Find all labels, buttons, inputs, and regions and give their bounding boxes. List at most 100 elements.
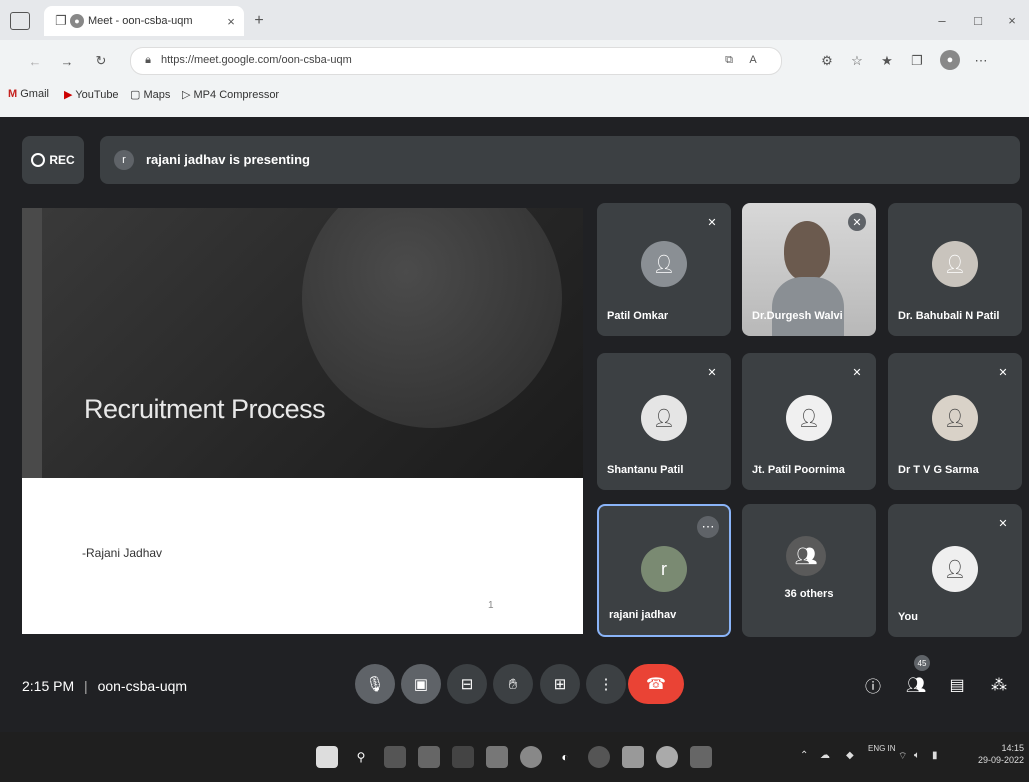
camera-off-icon: ▣ [413,676,429,693]
close-tab-icon[interactable]: × [224,14,238,29]
chat-button[interactable]: ▤ [944,672,970,698]
participant-tile-presenter[interactable]: r ⋯ rajani jadhav [597,504,731,637]
meeting-details-button[interactable]: ⓘ [860,672,886,698]
task-view-icon[interactable] [384,746,406,768]
more-options-button[interactable]: ⋮ [586,664,626,704]
windows-taskbar [0,732,1029,782]
extensions-icon[interactable]: ⚙ [818,52,836,70]
file-explorer-icon[interactable] [486,746,508,768]
hangup-icon: ☎︎ [646,676,666,693]
more-options-icon[interactable]: ⋯ [697,516,719,538]
participant-tile[interactable]: 👤︎ Dr. Bahubali N Patil [888,203,1022,336]
mic-off-icon: 🎙︎ [365,676,385,693]
reader-icon[interactable]: ⧉ [721,52,737,68]
participant-tile[interactable]: 👤︎ ✕ Shantanu Patil [597,353,731,490]
language-indicator[interactable]: ENG IN [868,744,896,754]
participant-avatar: 👤︎ [641,241,687,287]
volume-icon[interactable]: 🔈︎ [914,750,920,761]
tab-meet[interactable]: ❐ ● Meet - oon-csba-uqm × [44,6,244,36]
participant-tile-self[interactable]: 👤︎ ✕ You [888,504,1022,637]
start-icon[interactable] [316,746,338,768]
collections-toolbar-icon[interactable]: ❐ [908,52,926,70]
system-clock[interactable]: 14:15 29-09-2022 [966,742,1024,766]
compressor-icon: ▷ [182,89,194,101]
bookmark-mp4-compressor[interactable]: ▷ MP4 Compressor [182,88,279,101]
new-tab-button[interactable]: + [250,12,268,30]
edge-icon[interactable] [656,746,678,768]
participant-tile[interactable]: 👤︎ ✕ Jt. Patil Poornima [742,353,876,490]
more-menu-icon[interactable]: ⋯ [972,52,990,70]
profile-avatar[interactable]: ● [940,50,960,70]
tab-title: Meet - oon-csba-uqm [88,15,193,27]
camera-toggle-button[interactable]: ▣ [401,664,441,704]
tray-expand-icon[interactable]: ⌃ [800,750,808,761]
recording-indicator[interactable]: REC [22,136,84,184]
store-icon[interactable] [622,746,644,768]
chrome-icon[interactable] [520,746,542,768]
search-icon[interactable]: ⚲ [350,746,372,768]
clock-time: 14:15 [1001,743,1024,753]
meet-favicon-icon: ● [70,14,84,28]
people-icon: 👥︎ [905,677,927,694]
activities-button[interactable]: ⁂ [986,672,1012,698]
meeting-code: oon-csba-uqm [97,678,188,694]
participant-name: rajani jadhav [609,609,677,621]
onedrive-icon[interactable]: ☁ [820,750,830,761]
read-aloud-icon[interactable]: A [745,52,761,68]
chat-icon: ▤ [949,677,965,694]
presenter-avatar: r [114,150,134,170]
refresh-icon[interactable]: ↻ [92,52,110,70]
back-icon[interactable]: ← [26,52,44,70]
app-icon[interactable] [588,746,610,768]
address-bar[interactable]: 🔒︎ https://meet.google.com/oon-csba-uqm … [130,47,782,75]
collections-icon[interactable]: ❐ [54,13,68,28]
bookmark-maps[interactable]: ▢ Maps [130,88,170,101]
minimize-button[interactable]: – [932,10,952,30]
wifi-icon[interactable]: ⌔ [898,750,907,763]
participant-avatar: 👤︎ [786,395,832,441]
bookmark-gmail[interactable]: M Gmail [8,88,49,100]
current-time: 2:15 PM [22,678,75,694]
leave-call-button[interactable]: ☎︎ [628,664,684,704]
app-icon-2[interactable] [690,746,712,768]
participant-tile-video[interactable]: ✕ Dr.Durgesh Walvi [742,203,876,336]
info-icon: ⓘ [864,679,881,696]
chat-app-icon[interactable] [452,746,474,768]
maximize-button[interactable]: □ [968,10,988,30]
tab-actions-icon[interactable] [10,12,30,30]
participant-avatar: 👤︎ [932,395,978,441]
firefox-icon[interactable]: ◐ [554,746,576,768]
participant-name: Dr. Bahubali N Patil [898,310,1000,322]
participant-tile[interactable]: 👤︎ ✕ Patil Omkar [597,203,731,336]
participant-avatar: 👤︎ [932,546,978,592]
lock-icon[interactable]: 🔒︎ [141,53,155,67]
raise-hand-button[interactable]: ✋︎ [493,664,533,704]
favorites-star-icon[interactable]: ☆ [848,52,866,70]
slide-author: -Rajani Jadhav [82,546,163,560]
tab-strip: ❐ ● Meet - oon-csba-uqm × + – □ × [0,0,1029,40]
bookmark-youtube[interactable]: ▶ YouTube [64,88,119,101]
more-vert-icon: ⋮ [598,676,614,693]
participant-avatar: 👤︎ [932,241,978,287]
presenting-banner: r rajani jadhav is presenting [100,136,1020,184]
slide-accent-strip [22,208,42,478]
present-screen-icon: ⊞ [553,676,567,693]
widgets-icon[interactable] [418,746,440,768]
present-button[interactable]: ⊞ [540,664,580,704]
mic-toggle-button[interactable]: 🎙︎ [355,664,395,704]
participant-name: You [898,611,918,623]
participant-tile[interactable]: 👤︎ ✕ Dr T V G Sarma [888,353,1022,490]
people-button[interactable]: 👥︎ [903,672,929,698]
mic-off-icon: ✕ [998,366,1008,379]
captions-button[interactable]: ⊟ [447,664,487,704]
tray-app-icon[interactable]: ◆ [846,750,854,761]
participant-tile-others[interactable]: 👥︎ 36 others [742,504,876,637]
maps-icon: ▢ [130,89,144,101]
favorites-icon[interactable]: ★ [878,52,896,70]
presentation-slide: Recruitment Process -Rajani Jadhav 1 [22,208,583,634]
close-window-button[interactable]: × [1002,10,1022,30]
url-text[interactable]: https://meet.google.com/oon-csba-uqm [161,54,352,66]
forward-icon[interactable]: → [58,52,76,70]
battery-icon[interactable]: ▮ [932,750,938,761]
people-count-badge: 45 [914,655,930,671]
